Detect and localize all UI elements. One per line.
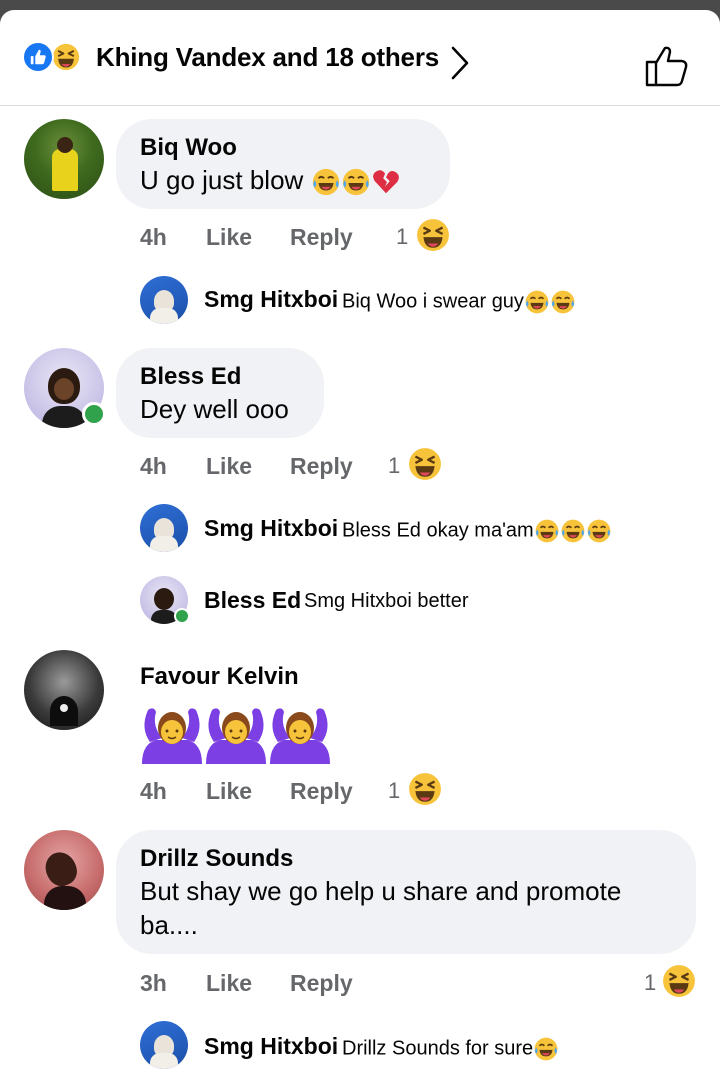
reactions-header[interactable]: Khing Vandex and 18 others <box>0 10 720 106</box>
comment-author[interactable]: Favour Kelvin <box>140 663 299 691</box>
comment-time: 4h <box>140 778 167 804</box>
reply-author[interactable]: Smg Hitxboi <box>204 515 338 542</box>
reply-button[interactable]: Reply <box>290 778 353 805</box>
haha-icon <box>416 218 450 252</box>
reply-author[interactable]: Bless Ed <box>204 587 301 614</box>
comment-text-line-2: ba.... <box>140 910 198 940</box>
haha-icon <box>408 772 442 806</box>
comment-time: 4h <box>140 224 167 250</box>
like-outline-icon[interactable] <box>644 44 690 88</box>
reaction-summary[interactable]: Khing Vandex and 18 others <box>96 42 439 73</box>
online-status-dot <box>174 608 190 624</box>
like-button[interactable]: Like <box>206 453 252 480</box>
reply-text: Smg Hitxboi better <box>304 590 469 612</box>
tears-of-joy-icon <box>534 518 560 544</box>
comments-sheet: Khing Vandex and 18 others Biq Woo U go … <box>0 10 720 1074</box>
comment-time: 4h <box>140 453 167 479</box>
chevron-right-icon[interactable] <box>450 46 470 80</box>
reply-button[interactable]: Reply <box>290 453 353 480</box>
reply-author[interactable]: Smg Hitxboi <box>204 1033 338 1060</box>
reply-text: Bless Ed okay ma'am <box>342 518 612 544</box>
avatar-drillz-sounds[interactable] <box>24 830 104 910</box>
tears-of-joy-icon <box>524 289 550 315</box>
person-gesturing-ok-icon <box>140 702 204 766</box>
reply-text-body: Biq Woo i swear guy <box>342 290 524 313</box>
reply-text: Biq Woo i swear guy <box>342 289 576 315</box>
comment-text-body: U go just blow <box>140 165 304 195</box>
like-button[interactable]: Like <box>206 970 252 997</box>
reaction-count[interactable]: 1 <box>396 224 408 250</box>
tears-of-joy-icon <box>560 518 586 544</box>
tears-of-joy-icon <box>311 167 341 197</box>
haha-reaction-icon <box>50 41 82 73</box>
person-gesturing-ok-icon <box>204 702 268 766</box>
comment-bubble[interactable]: Biq Woo U go just blow <box>116 119 450 209</box>
comment-author[interactable]: Biq Woo <box>140 133 426 163</box>
comment-text: U go just blow <box>140 163 426 197</box>
comment-text-line-1: But shay we go help u share and promote <box>140 876 622 906</box>
like-reaction-icon <box>22 41 54 73</box>
comment-bubble[interactable]: Drillz Sounds But shay we go help u shar… <box>116 830 696 954</box>
online-status-dot <box>82 402 106 426</box>
comment-text: Dey well ooo <box>140 394 289 424</box>
tears-of-joy-icon <box>533 1036 559 1062</box>
avatar-smg-hitxboi[interactable] <box>140 1021 188 1069</box>
reaction-count[interactable]: 1 <box>388 778 400 804</box>
broken-heart-icon <box>371 167 401 197</box>
like-button[interactable]: Like <box>206 778 252 805</box>
reply-text-body: Drillz Sounds for sure <box>342 1037 534 1060</box>
reaction-count[interactable]: 1 <box>388 453 400 479</box>
avatar-favour-kelvin[interactable] <box>24 650 104 730</box>
comment-author[interactable]: Bless Ed <box>140 362 300 392</box>
tears-of-joy-icon <box>586 518 612 544</box>
person-gesturing-ok-icon <box>268 702 332 766</box>
like-button[interactable]: Like <box>206 224 252 251</box>
reply-text-body: Bless Ed okay ma'am <box>342 519 534 542</box>
tears-of-joy-icon <box>550 289 576 315</box>
avatar-smg-hitxboi[interactable] <box>140 276 188 324</box>
tears-of-joy-icon <box>341 167 371 197</box>
avatar-biq-woo[interactable] <box>24 119 104 199</box>
comment-bubble[interactable]: Bless Ed Dey well ooo <box>116 348 324 438</box>
reply-author[interactable]: Smg Hitxboi <box>204 286 338 313</box>
comment-author[interactable]: Drillz Sounds <box>140 844 672 874</box>
haha-icon <box>408 447 442 481</box>
reply-text: Drillz Sounds for sure <box>342 1036 559 1062</box>
reply-button[interactable]: Reply <box>290 224 353 251</box>
comment-time: 3h <box>140 970 167 996</box>
haha-icon <box>662 964 696 998</box>
reaction-count[interactable]: 1 <box>644 970 656 996</box>
avatar-smg-hitxboi[interactable] <box>140 504 188 552</box>
reply-button[interactable]: Reply <box>290 970 353 997</box>
comment-emoji-only <box>140 702 332 772</box>
